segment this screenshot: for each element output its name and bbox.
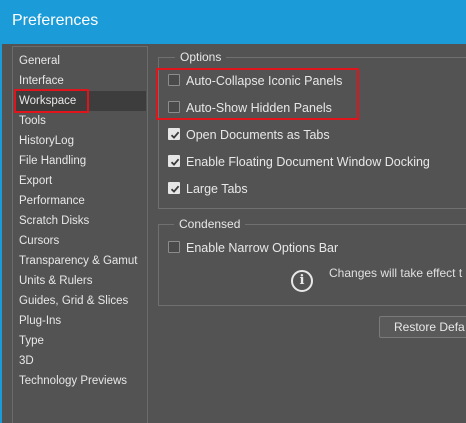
info-icon: i bbox=[291, 270, 313, 292]
open-as-tabs-checkbox[interactable] bbox=[168, 128, 180, 140]
sidebar-item-historylog[interactable]: HistoryLog bbox=[19, 131, 74, 151]
auto-show-label: Auto-Show Hidden Panels bbox=[186, 101, 332, 115]
checkmark-icon bbox=[170, 158, 180, 166]
condensed-group bbox=[158, 224, 466, 306]
condensed-group-title: Condensed bbox=[174, 217, 246, 231]
window-edge bbox=[0, 44, 2, 423]
sidebar-item-units-rulers[interactable]: Units & Rulers bbox=[19, 271, 93, 291]
sidebar-item-3d[interactable]: 3D bbox=[19, 351, 34, 371]
narrow-options-bar-label: Enable Narrow Options Bar bbox=[186, 241, 339, 255]
sidebar-item-guides-grid-slices[interactable]: Guides, Grid & Slices bbox=[19, 291, 128, 311]
sidebar-item-type[interactable]: Type bbox=[19, 331, 44, 351]
checkmark-icon bbox=[170, 131, 180, 139]
large-tabs-label: Large Tabs bbox=[186, 182, 248, 196]
checkmark-icon bbox=[170, 185, 180, 193]
sidebar-item-export[interactable]: Export bbox=[19, 171, 52, 191]
auto-collapse-label: Auto-Collapse Iconic Panels bbox=[186, 74, 343, 88]
floating-docking-checkbox[interactable] bbox=[168, 155, 180, 167]
sidebar-item-file-handling[interactable]: File Handling bbox=[19, 151, 86, 171]
sidebar-item-general[interactable]: General bbox=[19, 51, 60, 71]
window-title: Preferences bbox=[12, 12, 99, 29]
sidebar-item-plug-ins[interactable]: Plug-Ins bbox=[19, 311, 61, 331]
options-group-title: Options bbox=[175, 50, 227, 64]
sidebar-item-scratch-disks[interactable]: Scratch Disks bbox=[19, 211, 89, 231]
large-tabs-checkbox[interactable] bbox=[168, 182, 180, 194]
floating-docking-label: Enable Floating Document Window Docking bbox=[186, 155, 430, 169]
auto-collapse-checkbox[interactable] bbox=[168, 74, 180, 86]
restart-notice: Changes will take effect t bbox=[329, 266, 463, 280]
sidebar-item-interface[interactable]: Interface bbox=[19, 71, 64, 91]
sidebar: General Interface Workspace Tools Histor… bbox=[12, 46, 148, 423]
sidebar-item-performance[interactable]: Performance bbox=[19, 191, 85, 211]
open-as-tabs-label: Open Documents as Tabs bbox=[186, 128, 330, 142]
sidebar-item-workspace[interactable]: Workspace bbox=[14, 91, 146, 111]
sidebar-item-technology-previews[interactable]: Technology Previews bbox=[19, 371, 127, 391]
narrow-options-bar-checkbox[interactable] bbox=[168, 241, 180, 253]
sidebar-item-cursors[interactable]: Cursors bbox=[19, 231, 59, 251]
title-bar: Preferences bbox=[0, 0, 466, 44]
restore-defaults-button[interactable]: Restore Defa bbox=[379, 316, 466, 338]
sidebar-item-transparency-gamut[interactable]: Transparency & Gamut bbox=[19, 251, 137, 271]
auto-show-checkbox[interactable] bbox=[168, 101, 180, 113]
sidebar-item-tools[interactable]: Tools bbox=[19, 111, 46, 131]
